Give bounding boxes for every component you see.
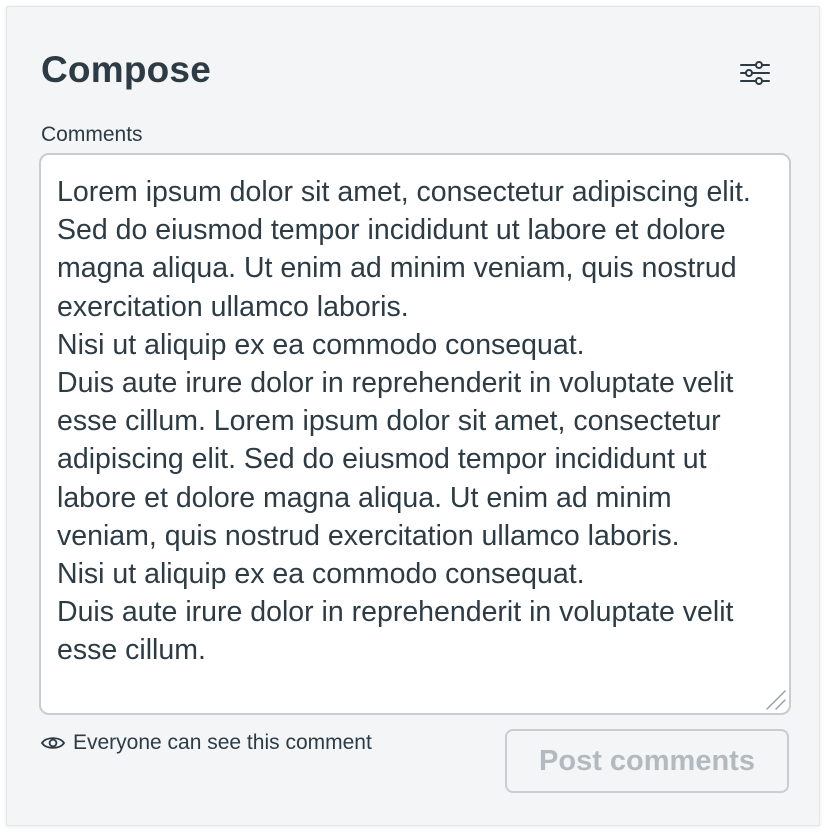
visibility-note: Everyone can see this comment	[41, 731, 372, 755]
compose-panel: Compose Comments Lorem ipsum dolor sit a…	[6, 6, 820, 826]
sliders-icon	[740, 61, 770, 85]
settings-button[interactable]	[737, 57, 773, 89]
post-comments-button[interactable]: Post comments	[505, 729, 789, 793]
eye-icon	[41, 735, 65, 751]
resize-handle-icon[interactable]	[763, 687, 787, 711]
visibility-text: Everyone can see this comment	[73, 731, 372, 754]
compose-title: Compose	[41, 49, 211, 90]
comments-field-wrapper	[39, 153, 791, 715]
comments-label: Comments	[41, 123, 143, 146]
comments-textarea[interactable]	[41, 155, 789, 713]
